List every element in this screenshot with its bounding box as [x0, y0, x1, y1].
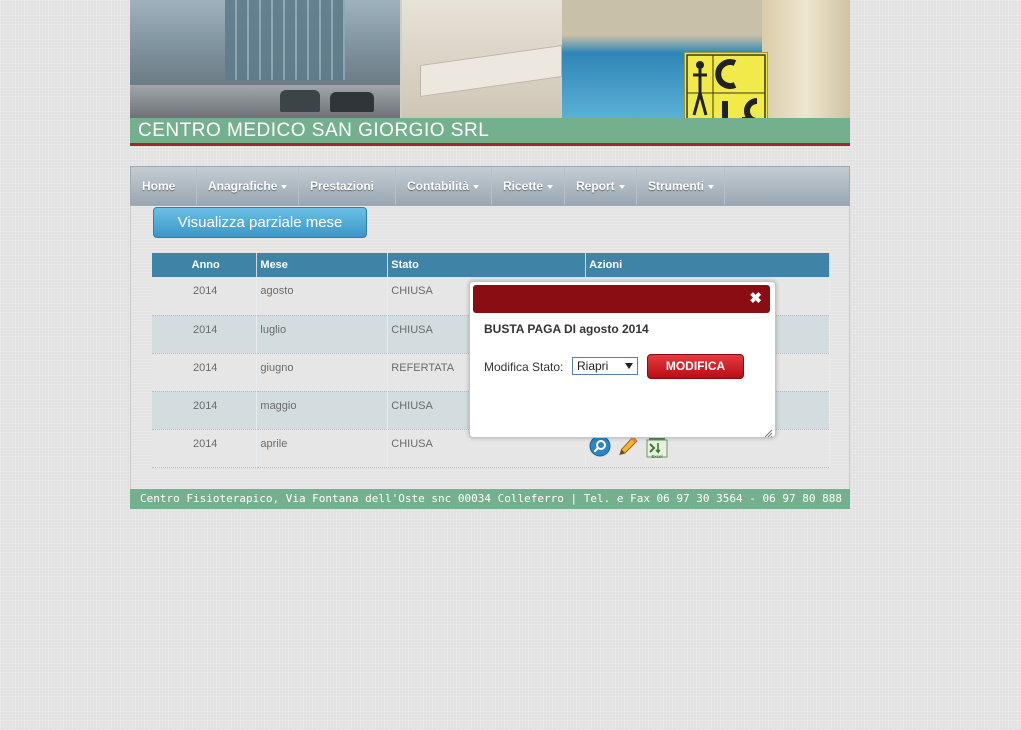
- footer: Centro Fisioterapico, Via Fontana dell'O…: [130, 489, 850, 509]
- table-header-row: Anno Mese Stato Azioni: [152, 253, 830, 277]
- chevron-down-icon: [281, 184, 288, 189]
- nav-item-home[interactable]: Home: [131, 167, 197, 205]
- nav-item-contabilita[interactable]: Contabilità: [396, 167, 492, 205]
- nav-label: Report: [576, 179, 615, 193]
- cell-mese: giugno: [256, 353, 389, 392]
- header-banner: CENTRO MEDICO SAN GIORGIO SRL: [130, 0, 850, 146]
- column-header-stato[interactable]: Stato: [387, 253, 587, 277]
- nav-item-ricette[interactable]: Ricette: [492, 167, 565, 205]
- nav-item-anagrafiche[interactable]: Anagrafiche: [197, 167, 299, 205]
- cell-mese: aprile: [256, 429, 389, 468]
- chevron-down-icon: [618, 184, 625, 189]
- chevron-down-icon: [625, 363, 633, 369]
- nav-item-strumenti[interactable]: Strumenti: [637, 167, 725, 205]
- nav-label: Contabilità: [407, 179, 469, 193]
- chevron-down-icon: [473, 184, 479, 189]
- cell-anno: 2014: [152, 353, 258, 392]
- column-header-anno[interactable]: Anno: [152, 253, 258, 277]
- view-partial-month-button[interactable]: Visualizza parziale mese: [153, 207, 367, 238]
- status-select[interactable]: Riapri: [572, 357, 638, 375]
- main-nav: Home Anagrafiche Prestazioni Contabilità…: [130, 166, 850, 206]
- nav-label: Prestazioni: [310, 179, 375, 193]
- cell-mese: maggio: [256, 391, 389, 430]
- chevron-down-icon: [547, 184, 554, 189]
- dialog-header: ✖: [473, 285, 770, 313]
- nav-item-prestazioni[interactable]: Prestazioni: [299, 167, 396, 205]
- modifica-button[interactable]: MODIFICA: [647, 354, 744, 379]
- cell-anno: 2014: [152, 391, 258, 430]
- nav-label: Ricette: [503, 179, 544, 193]
- edit-status-dialog: ✖ BUSTA PAGA DI agosto 2014 Modifica Sta…: [469, 281, 776, 438]
- site-title: CENTRO MEDICO SAN GIORGIO SRL: [138, 120, 490, 141]
- nav-label: Home: [142, 179, 176, 193]
- dialog-title: BUSTA PAGA DI agosto 2014: [484, 322, 649, 336]
- column-header-azioni: Azioni: [585, 253, 830, 277]
- close-icon[interactable]: ✖: [749, 291, 762, 307]
- excel-icon-text: Excel: [652, 454, 663, 459]
- nav-label: Anagrafiche: [208, 179, 278, 193]
- nav-item-report[interactable]: Report: [565, 167, 637, 205]
- status-field-label: Modifica Stato:: [484, 360, 564, 374]
- page-wrapper: CENTRO MEDICO SAN GIORGIO SRL Home Anagr…: [130, 0, 850, 509]
- cell-mese: luglio: [256, 315, 389, 354]
- cell-anno: 2014: [152, 277, 258, 316]
- column-header-mese[interactable]: Mese: [256, 253, 389, 277]
- resize-handle-icon[interactable]: [763, 425, 773, 438]
- status-select-value: Riapri: [577, 359, 609, 373]
- chevron-down-icon: [708, 184, 715, 189]
- nav-label: Strumenti: [648, 179, 705, 193]
- cell-anno: 2014: [152, 315, 258, 354]
- cell-anno: 2014: [152, 429, 258, 468]
- cell-mese: agosto: [256, 277, 389, 316]
- banner-divider: [130, 143, 850, 146]
